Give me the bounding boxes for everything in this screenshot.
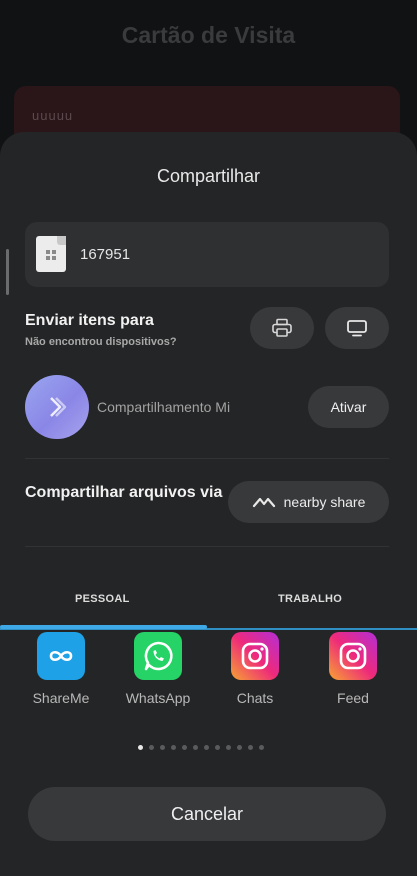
mi-share-icon	[25, 375, 89, 439]
divider	[25, 546, 389, 547]
page-dot	[226, 745, 231, 750]
divider	[25, 458, 389, 459]
background-card-text: uuuuu	[32, 108, 74, 123]
screen-cast-button[interactable]	[325, 307, 389, 349]
app-instagram-chats[interactable]: Chats	[220, 632, 290, 706]
page-indicator	[138, 745, 264, 750]
cancel-button[interactable]: Cancelar	[28, 787, 386, 841]
activate-button[interactable]: Ativar	[308, 386, 389, 428]
page-dot	[248, 745, 253, 750]
instagram-icon	[329, 632, 377, 680]
scroll-indicator	[6, 249, 9, 295]
app-label: ShareMe	[32, 690, 90, 706]
app-shareme[interactable]: ShareMe	[26, 632, 96, 706]
page-dot	[259, 745, 264, 750]
app-instagram-feed[interactable]: Feed	[318, 632, 388, 706]
app-label: Chats	[236, 690, 274, 706]
monitor-icon	[347, 320, 367, 337]
page-dot	[182, 745, 187, 750]
file-preview: 167951	[25, 222, 389, 287]
share-files-via-label: Compartilhar arquivos via	[25, 484, 223, 501]
share-sheet: Compartilhar 167951 Enviar itens para Nã…	[0, 132, 417, 876]
sheet-title: Compartilhar	[156, 166, 261, 186]
shareme-icon	[37, 632, 85, 680]
nearby-share-label: nearby share	[283, 494, 366, 510]
file-name: 167951	[80, 246, 131, 263]
mi-share-label: Compartilhamento Mi	[97, 399, 231, 415]
instagram-icon	[231, 632, 279, 680]
page-dot	[237, 745, 242, 750]
no-devices-link[interactable]: Não encontrou dispositivos?	[25, 336, 177, 348]
file-icon	[36, 236, 66, 272]
page-dot	[171, 745, 176, 750]
nearby-share-button[interactable]: nearby share	[228, 481, 389, 523]
page-dot	[193, 745, 198, 750]
app-label: WhatsApp	[125, 690, 191, 706]
send-items-title: Enviar itens para	[25, 312, 154, 329]
page-dot	[149, 745, 154, 750]
background-title: Cartão de Visita	[121, 22, 296, 48]
printer-icon	[272, 318, 292, 337]
whatsapp-icon	[134, 632, 182, 680]
app-label: Feed	[337, 690, 369, 706]
print-button[interactable]	[250, 307, 314, 349]
page-dot	[204, 745, 209, 750]
tab-work[interactable]: TRABALHO	[278, 593, 342, 605]
page-dot	[138, 745, 143, 750]
page-dot	[160, 745, 165, 750]
app-whatsapp[interactable]: WhatsApp	[123, 632, 193, 706]
nearby-share-icon	[252, 497, 275, 508]
tab-active-indicator	[0, 625, 207, 629]
tab-personal[interactable]: PESSOAL	[75, 593, 130, 605]
page-dot	[215, 745, 220, 750]
